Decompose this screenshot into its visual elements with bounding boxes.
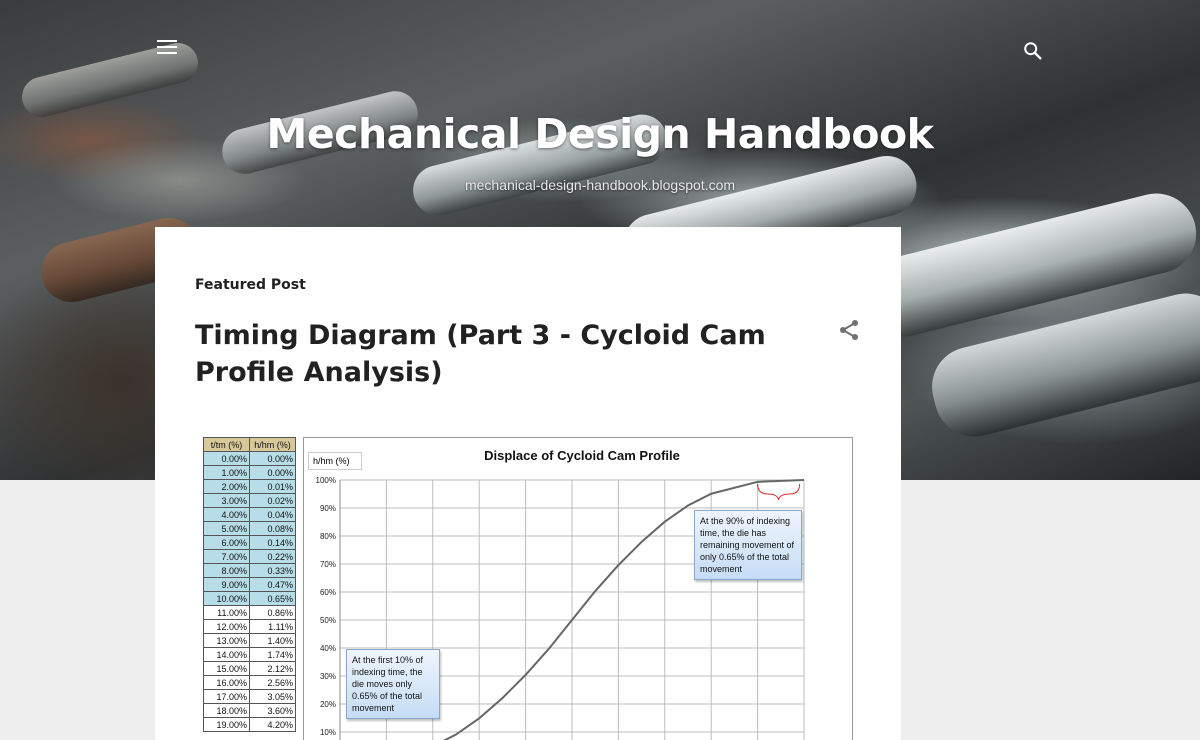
table-cell: 11.00% bbox=[203, 605, 250, 620]
table-cell: 1.11% bbox=[249, 619, 296, 634]
y-tick-label: 90% bbox=[320, 504, 336, 513]
table-cell: 3.05% bbox=[249, 689, 296, 704]
table-cell: 0.47% bbox=[249, 577, 296, 592]
table-cell: 16.00% bbox=[203, 675, 250, 690]
table-row: 6.00% 0.14% bbox=[203, 535, 296, 550]
table-row: 17.00% 3.05% bbox=[203, 689, 296, 704]
table-cell: 0.04% bbox=[249, 507, 296, 522]
table-cell: 15.00% bbox=[203, 661, 250, 676]
table-cell: 1.40% bbox=[249, 633, 296, 648]
table-row: 1.00% 0.00% bbox=[203, 465, 296, 480]
y-tick-label: 70% bbox=[320, 560, 336, 569]
table-row: 14.00% 1.74% bbox=[203, 647, 296, 662]
table-cell: 14.00% bbox=[203, 647, 250, 662]
table-row: 18.00% 3.60% bbox=[203, 703, 296, 718]
table-cell: 0.08% bbox=[249, 521, 296, 536]
table-row: 19.00% 4.20% bbox=[203, 717, 296, 732]
table-cell: 17.00% bbox=[203, 689, 250, 704]
table-cell: 7.00% bbox=[203, 549, 250, 564]
featured-post-card: Featured Post Timing Diagram (Part 3 - C… bbox=[155, 227, 901, 740]
table-cell: 12.00% bbox=[203, 619, 250, 634]
table-cell: 8.00% bbox=[203, 563, 250, 578]
table-cell: 0.01% bbox=[249, 479, 296, 494]
table-row: 16.00% 2.56% bbox=[203, 675, 296, 690]
table-row: 2.00% 0.01% bbox=[203, 479, 296, 494]
table-row: 3.00% 0.02% bbox=[203, 493, 296, 508]
search-icon[interactable] bbox=[1022, 40, 1044, 62]
table-cell: 0.22% bbox=[249, 549, 296, 564]
y-tick-label: 30% bbox=[320, 672, 336, 681]
table-row: 4.00% 0.04% bbox=[203, 507, 296, 522]
y-tick-label: 40% bbox=[320, 644, 336, 653]
table-cell: 2.56% bbox=[249, 675, 296, 690]
table-header: t/tm (%) bbox=[203, 437, 250, 452]
table-cell: 1.00% bbox=[203, 465, 250, 480]
post-title-link[interactable]: Timing Diagram (Part 3 - Cycloid Cam Pro… bbox=[195, 317, 835, 391]
blog-title[interactable]: Mechanical Design Handbook bbox=[0, 110, 1200, 158]
chart-annotation: At the first 10% of indexing time, the d… bbox=[346, 649, 440, 719]
y-tick-label: 50% bbox=[320, 616, 336, 625]
table-cell: 1.74% bbox=[249, 647, 296, 662]
table-cell: 0.00% bbox=[249, 451, 296, 466]
table-row: 5.00% 0.08% bbox=[203, 521, 296, 536]
table-cell: 3.60% bbox=[249, 703, 296, 718]
y-tick-label: 10% bbox=[320, 728, 336, 737]
annotation-bracket bbox=[757, 483, 801, 501]
hamburger-menu-icon[interactable] bbox=[157, 40, 177, 56]
y-tick-label: 100% bbox=[316, 476, 336, 485]
post-featured-image[interactable]: t/tm (%) h/hm (%) 0.00% 0.00% 1.00% 0.00% 2.… bbox=[203, 436, 853, 740]
table-cell: 2.12% bbox=[249, 661, 296, 676]
table-cell: 13.00% bbox=[203, 633, 250, 648]
table-cell: 0.33% bbox=[249, 563, 296, 578]
blog-subtitle: mechanical-design-handbook.blogspot.com bbox=[464, 177, 736, 193]
table-header: h/hm (%) bbox=[249, 437, 296, 452]
table-cell: 6.00% bbox=[203, 535, 250, 550]
table-cell: 2.00% bbox=[203, 479, 250, 494]
featured-post-label: Featured Post bbox=[195, 277, 306, 293]
table-cell: 0.86% bbox=[249, 605, 296, 620]
table-row: 9.00% 0.47% bbox=[203, 577, 296, 592]
table-cell: 0.14% bbox=[249, 535, 296, 550]
table-cell: 9.00% bbox=[203, 577, 250, 592]
table-cell: 18.00% bbox=[203, 703, 250, 718]
table-cell: 19.00% bbox=[203, 717, 250, 732]
data-table: t/tm (%) h/hm (%) 0.00% 0.00% 1.00% 0.00% 2.… bbox=[203, 437, 296, 732]
table-row: 11.00% 0.86% bbox=[203, 605, 296, 620]
table-row: 10.00% 0.65% bbox=[203, 591, 296, 606]
table-cell: 0.65% bbox=[249, 591, 296, 606]
chart-annotation: At the 90% of indexing time, the die has… bbox=[694, 510, 802, 580]
share-icon[interactable] bbox=[837, 318, 861, 342]
table-row: 0.00% 0.00% bbox=[203, 451, 296, 466]
chart-title: Displace of Cycloid Cam Profile bbox=[484, 448, 680, 463]
table-cell: 0.00% bbox=[203, 451, 250, 466]
table-cell: 0.00% bbox=[249, 465, 296, 480]
y-tick-label: 20% bbox=[320, 700, 336, 709]
table-cell: 3.00% bbox=[203, 493, 250, 508]
table-cell: 10.00% bbox=[203, 591, 250, 606]
y-axis-label: h/hm (%) bbox=[308, 452, 362, 470]
chart-area: Displace of Cycloid Cam Profile 10% 20% 30%… bbox=[303, 437, 853, 740]
table-cell: 4.00% bbox=[203, 507, 250, 522]
y-tick-label: 80% bbox=[320, 532, 336, 541]
table-cell: 5.00% bbox=[203, 521, 250, 536]
table-row: 8.00% 0.33% bbox=[203, 563, 296, 578]
table-row: 7.00% 0.22% bbox=[203, 549, 296, 564]
table-row: 15.00% 2.12% bbox=[203, 661, 296, 676]
table-cell: 4.20% bbox=[249, 717, 296, 732]
table-row: 12.00% 1.11% bbox=[203, 619, 296, 634]
y-tick-label: 60% bbox=[320, 588, 336, 597]
table-cell: 0.02% bbox=[249, 493, 296, 508]
table-row: 13.00% 1.40% bbox=[203, 633, 296, 648]
